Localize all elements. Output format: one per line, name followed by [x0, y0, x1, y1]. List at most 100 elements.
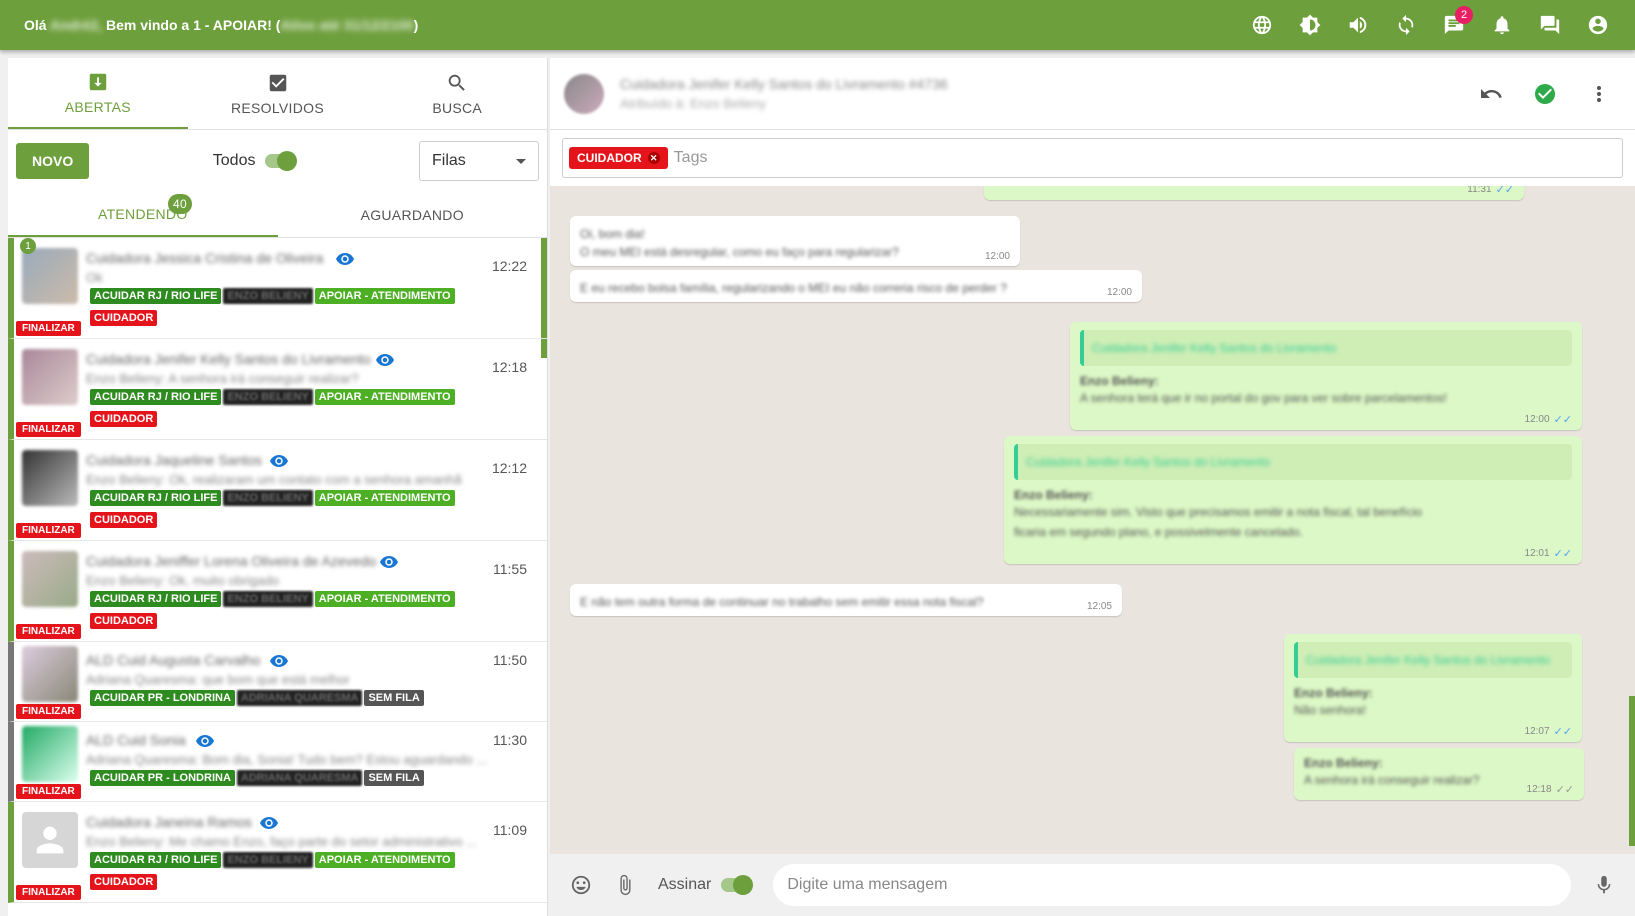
message-text: Necessariamente sim. Visto que precisamo…	[1014, 505, 1422, 519]
tag-chip: CUIDADOR ✕	[569, 147, 668, 169]
language-icon[interactable]	[1249, 12, 1275, 38]
message-bubble: Enzo Belieny: A senhora irá conseguir re…	[1294, 748, 1584, 800]
status-tag: APOIAR - ATENDIMENTO	[314, 389, 455, 405]
ticket-item[interactable]: 1 Cuidadora Jessica Cristina de Oliveira…	[8, 238, 547, 339]
ticket-item[interactable]: Cuidadora Jeniffer Lorena Oliveira de Az…	[8, 541, 547, 642]
toggle-switch[interactable]	[265, 151, 298, 171]
scrollbar[interactable]	[1629, 696, 1635, 846]
tags-input[interactable]: CUIDADOR ✕ Tags	[562, 138, 1623, 178]
microphone-icon[interactable]	[1593, 874, 1615, 896]
double-check-icon: ✓✓	[1555, 784, 1574, 796]
message-time: 12:05	[1086, 601, 1112, 612]
tab-atendendo[interactable]: ATENDENDO 40	[8, 192, 278, 237]
tab-label: BUSCA	[432, 99, 483, 116]
ticket-item[interactable]: ALD Cuid Augusta Carvalho Adriana Quares…	[8, 642, 547, 722]
chat-notifications-icon[interactable]: 2	[1441, 6, 1473, 38]
greeting: Olá André2, Bem vindo a 1 - APOIAR! (Ati…	[24, 17, 418, 33]
user-tag: ADRIANA QUARESMA	[236, 770, 363, 786]
queue-tag: ACUIDAR RJ / RIO LIFE	[90, 852, 222, 868]
tab-label: ABERTAS	[64, 98, 131, 115]
status-tag: SEM FILA	[364, 770, 424, 786]
avatar	[22, 726, 78, 782]
finalize-button[interactable]: FINALIZAR	[16, 704, 81, 719]
more-vert-icon[interactable]	[1587, 82, 1611, 106]
eye-icon[interactable]	[336, 252, 354, 265]
resolve-check-icon[interactable]	[1533, 82, 1557, 106]
ticket-item[interactable]: Cuidadora Janeina Ramos Enzo Belieny: Me…	[8, 802, 547, 903]
ticket-item[interactable]: ALD Cuid Sonia Adriana Quaresma: Bom dia…	[8, 722, 547, 802]
quoted-message[interactable]: Cuidadora Jenifer Kelly Santos do Livram…	[1080, 330, 1572, 366]
ticket-tags-secondary: CUIDADOR	[90, 411, 158, 427]
tab-label: AGUARDANDO	[360, 206, 464, 223]
contact-name: Cuidadora Jaqueline Santos	[86, 452, 262, 468]
double-check-icon: ✓✓	[1495, 186, 1514, 196]
ticket-status-tabs: ATENDENDO 40 AGUARDANDO	[8, 192, 547, 238]
eye-icon[interactable]	[376, 353, 394, 366]
volume-icon[interactable]	[1345, 12, 1371, 38]
quoted-author: Cuidadora Jenifer Kelly Santos do Livram…	[1026, 455, 1271, 469]
message-bubble: 11:31 ✓✓	[984, 186, 1524, 200]
contact-name: ALD Cuid Sonia	[86, 732, 186, 748]
tag-chip-label: CUIDADOR	[577, 151, 642, 165]
avatar	[22, 551, 78, 607]
eye-icon[interactable]	[380, 555, 398, 568]
eye-icon[interactable]	[270, 454, 288, 467]
category-tag: CUIDADOR	[90, 613, 158, 629]
queues-select[interactable]: Filas	[419, 141, 539, 181]
tab-abertas[interactable]: ABERTAS	[8, 58, 188, 129]
queues-select-label: Filas	[432, 152, 466, 169]
quoted-message[interactable]: Cuidadora Jenifer Kelly Santos do Livram…	[1294, 642, 1572, 678]
category-tag: CUIDADOR	[90, 310, 158, 326]
sign-toggle[interactable]: Assinar	[658, 875, 754, 895]
avatar	[22, 812, 78, 868]
avatar	[22, 349, 78, 405]
tags-placeholder: Tags	[673, 149, 708, 166]
ticket-tags-secondary: CUIDADOR	[90, 512, 158, 528]
avatar[interactable]	[564, 73, 604, 114]
tab-aguardando[interactable]: AGUARDANDO	[278, 192, 548, 237]
double-check-icon: ✓✓	[1553, 726, 1572, 738]
finalize-button[interactable]: FINALIZAR	[16, 523, 81, 538]
unread-badge: 1	[20, 238, 36, 254]
account-icon[interactable]	[1585, 12, 1611, 38]
finalize-button[interactable]: FINALIZAR	[16, 885, 81, 900]
message-bubble: Oi, bom dia! O meu MEI está desregular, …	[570, 216, 1020, 266]
last-message: Enzo Belieny: Ok, muito obrigado	[86, 573, 279, 588]
contact-title[interactable]: Cuidadora Jenifer Kelly Santos do Livram…	[620, 76, 1479, 92]
user-tag: ENZO BELIENY	[223, 490, 313, 506]
tickets-panel: ABERTAS RESOLVIDOS BUSCA NOVO Todos Fila…	[8, 58, 548, 916]
eye-icon[interactable]	[270, 654, 288, 667]
ticket-item[interactable]: Cuidadora Jenifer Kelly Santos do Livram…	[8, 339, 547, 440]
finalize-button[interactable]: FINALIZAR	[16, 321, 81, 336]
bell-icon[interactable]	[1489, 12, 1515, 38]
ticket-tags: ACUIDAR RJ / RIO LIFE ENZO BELIENY APOIA…	[90, 389, 455, 405]
finalize-button[interactable]: FINALIZAR	[16, 422, 81, 437]
eye-icon[interactable]	[196, 734, 214, 747]
eye-icon[interactable]	[260, 816, 278, 829]
emoji-icon[interactable]	[570, 874, 592, 896]
message-time: 12:01	[1524, 548, 1550, 559]
tab-busca[interactable]: BUSCA	[367, 58, 547, 129]
last-message: Enzo Belieny: Ok, realizaram um contato …	[86, 472, 462, 487]
new-ticket-button[interactable]: NOVO	[16, 143, 90, 179]
ticket-tags: ACUIDAR RJ / RIO LIFE ENZO BELIENY APOIA…	[90, 852, 455, 868]
message-text: A senhora terá que ir no portal do gov p…	[1080, 391, 1447, 405]
message-input[interactable]: Digite uma mensagem	[773, 864, 1571, 906]
queue-tag: ACUIDAR RJ / RIO LIFE	[90, 490, 222, 506]
finalize-button[interactable]: FINALIZAR	[16, 624, 81, 639]
attach-icon[interactable]	[614, 874, 636, 896]
brightness-icon[interactable]	[1297, 12, 1323, 38]
toggle-switch[interactable]	[721, 875, 754, 895]
forum-icon[interactable]	[1537, 12, 1563, 38]
show-all-toggle[interactable]: Todos	[213, 151, 298, 171]
quoted-author: Cuidadora Jenifer Kelly Santos do Livram…	[1092, 341, 1337, 355]
finalize-button[interactable]: FINALIZAR	[16, 784, 81, 799]
tab-resolvidos[interactable]: RESOLVIDOS	[188, 58, 368, 129]
message-bubble: E eu recebo bolsa família, regularizando…	[570, 270, 1142, 302]
quoted-message[interactable]: Cuidadora Jenifer Kelly Santos do Livram…	[1014, 444, 1572, 480]
ticket-item[interactable]: Cuidadora Jaqueline Santos Enzo Belieny:…	[8, 440, 547, 541]
undo-icon[interactable]	[1479, 82, 1503, 106]
ticket-time: 11:09	[493, 822, 527, 838]
sync-icon[interactable]	[1393, 12, 1419, 38]
remove-tag-icon[interactable]: ✕	[647, 152, 660, 164]
